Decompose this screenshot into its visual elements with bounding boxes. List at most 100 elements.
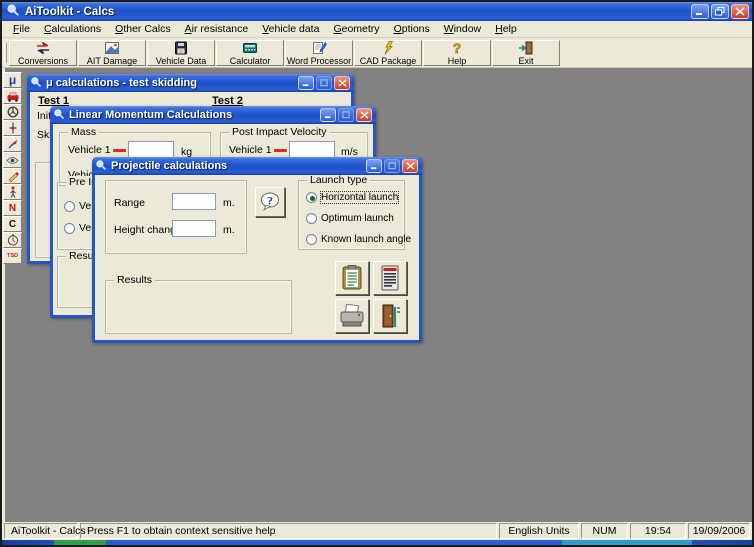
mass-vehicle1-input[interactable] [128, 141, 174, 158]
steering-wheel-icon[interactable] [3, 104, 22, 120]
toolbar-label: CAD Package [359, 55, 417, 66]
menu-help[interactable]: Help [488, 22, 524, 36]
range-label: Range [114, 197, 145, 209]
pencil-tools-icon[interactable] [3, 168, 22, 184]
tsd-icon[interactable]: TSD [3, 248, 22, 264]
crosshair-icon[interactable] [3, 120, 22, 136]
close-button[interactable] [731, 4, 749, 19]
projectile-results-group: Results [105, 274, 292, 334]
cad-package-icon [380, 40, 396, 55]
vehicle1-label: Vehicle 1 [229, 144, 272, 156]
eye-icon[interactable] [3, 152, 22, 168]
mu-window-titlebar[interactable]: μ calculations - test skidding [27, 74, 354, 92]
toolbar-label: Word Processor [286, 55, 352, 66]
mu-calculations-icon[interactable]: μ [3, 72, 22, 88]
launch-type-group: Launch type Horizontal launch Optimum la… [298, 175, 411, 250]
projectile-window-title: Projectile calculations [111, 160, 228, 172]
mu-window-title: μ calculations - test skidding [46, 77, 197, 89]
toolbar-label: Help [447, 55, 467, 66]
exit-button[interactable]: Exit [492, 40, 560, 66]
menu-bar: File Calculations Other Calcs Air resist… [2, 21, 752, 38]
close-button[interactable] [356, 108, 372, 122]
maximize-button[interactable] [316, 76, 332, 90]
launch-option-horizontal[interactable]: Horizontal launch [306, 191, 400, 204]
maximize-button[interactable] [384, 159, 400, 173]
help-button[interactable]: ? Help [423, 40, 491, 66]
launch-option-known-angle[interactable]: Known launch angle [306, 234, 411, 245]
toolbar-label: Calculator [229, 55, 271, 66]
context-help-button[interactable]: ? [255, 187, 285, 217]
main-titlebar[interactable]: AiToolkit - Calcs [2, 2, 752, 21]
vehicle-data-button[interactable]: Vehicle Data [147, 40, 215, 66]
launch-option-optimum[interactable]: Optimum launch [306, 213, 394, 224]
radio-icon[interactable] [306, 213, 317, 224]
stopwatch-icon[interactable] [3, 232, 22, 248]
close-window-button[interactable] [373, 299, 407, 333]
minimize-button[interactable] [320, 108, 336, 122]
mdi-workspace: μ N C TSD μ calculations - test skidding… [2, 68, 752, 524]
results-group-label: Results [114, 274, 156, 286]
menu-file[interactable]: File [6, 22, 37, 36]
menu-air-resistance[interactable]: Air resistance [178, 22, 256, 36]
velocity-vehicle1-input[interactable] [289, 141, 335, 158]
clipboard-report-icon [342, 265, 362, 290]
exit-icon [518, 41, 534, 55]
velocity-group-label: Post Impact Velocity [229, 126, 330, 138]
minimize-button[interactable] [298, 76, 314, 90]
magnifier-icon [6, 3, 20, 20]
print-button[interactable] [335, 299, 369, 333]
calculator-pad-icon [381, 265, 399, 291]
menu-other-calcs[interactable]: Other Calcs [108, 22, 177, 36]
menu-window[interactable]: Window [437, 22, 488, 36]
print-icon [340, 304, 364, 327]
north-arrow-icon[interactable]: N [3, 200, 22, 216]
required-dash [274, 149, 287, 152]
status-app-name: AiToolkit - Calcs [4, 523, 86, 539]
menu-vehicle-data[interactable]: Vehicle data [255, 22, 326, 36]
radio-icon[interactable] [64, 200, 75, 212]
toolbar-label: AIT Damage [86, 55, 138, 66]
restore-button[interactable] [711, 4, 729, 19]
height-unit: m. [223, 224, 235, 236]
copy-results-button[interactable] [335, 261, 369, 295]
height-change-input[interactable] [172, 220, 216, 237]
minimize-button[interactable] [366, 159, 382, 173]
range-unit: m. [223, 197, 235, 209]
calculate-button[interactable] [373, 261, 407, 295]
radio-icon[interactable] [306, 234, 317, 245]
initial-label: Init [37, 110, 52, 122]
vehicle-icon[interactable] [3, 88, 22, 104]
pedestrian-icon[interactable] [3, 184, 22, 200]
menu-geometry[interactable]: Geometry [326, 22, 386, 36]
close-button[interactable] [334, 76, 350, 90]
minimize-button[interactable] [691, 4, 709, 19]
word-processor-button[interactable]: Word Processor [285, 40, 353, 66]
calculator-button[interactable]: Calculator [216, 40, 284, 66]
ait-damage-icon [104, 41, 120, 55]
cad-package-button[interactable]: CAD Package [354, 40, 422, 66]
range-input[interactable] [172, 193, 216, 210]
magnifier-icon [53, 108, 65, 123]
projectile-fields-group: Range m. Height change ± m. [105, 180, 247, 254]
toolbar-grip[interactable] [4, 43, 7, 63]
curve-icon[interactable]: C [3, 216, 22, 232]
status-date: 19/09/2006 [688, 523, 750, 539]
radio-icon[interactable] [64, 222, 75, 234]
radio-selected-icon[interactable] [306, 192, 317, 203]
word-processor-icon [311, 41, 327, 55]
border-green-segment [54, 540, 106, 545]
conversions-button[interactable]: Conversions [9, 40, 77, 66]
maximize-button[interactable] [338, 108, 354, 122]
arrow-icon[interactable] [3, 136, 22, 152]
toolbar-label: Conversions [17, 55, 69, 66]
main-toolbar: Conversions AIT Damage Vehicle Data Calc… [2, 39, 752, 68]
close-button[interactable] [402, 159, 418, 173]
menu-options[interactable]: Options [387, 22, 437, 36]
magnifier-icon [95, 159, 107, 174]
projectile-window-titlebar[interactable]: Projectile calculations [92, 157, 422, 175]
ait-damage-button[interactable]: AIT Damage [78, 40, 146, 66]
momentum-window-titlebar[interactable]: Linear Momentum Calculations [50, 106, 376, 124]
window-bottom-border [2, 540, 752, 545]
projectile-window-body: Range m. Height change ± m. ? Launch typ… [95, 175, 419, 340]
menu-calculations[interactable]: Calculations [37, 22, 108, 36]
